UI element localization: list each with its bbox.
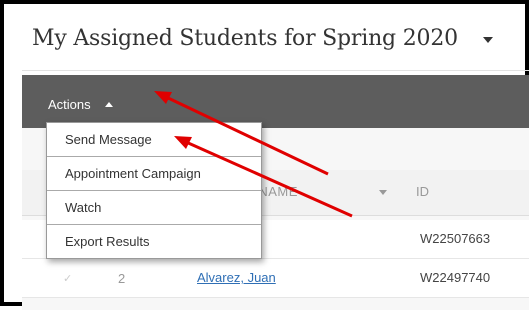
title-divider bbox=[22, 70, 529, 71]
menu-item-send-message[interactable]: Send Message bbox=[47, 123, 261, 157]
student-id: W22497740 bbox=[420, 270, 491, 285]
menu-item-watch[interactable]: Watch bbox=[47, 191, 261, 225]
actions-button[interactable]: Actions bbox=[48, 97, 91, 112]
menu-item-appointment-campaign[interactable]: Appointment Campaign bbox=[47, 157, 261, 191]
student-name-link[interactable]: Alvarez, Juan bbox=[197, 270, 276, 285]
actions-caret-up-icon[interactable] bbox=[105, 102, 113, 107]
row-number: 2 bbox=[118, 271, 126, 286]
screenshot-frame: My Assigned Students for Spring 2020 Act… bbox=[0, 0, 529, 310]
menu-item-export-results[interactable]: Export Results bbox=[47, 225, 261, 258]
column-header-id[interactable]: ID bbox=[416, 184, 429, 199]
sort-caret-down-icon[interactable] bbox=[379, 190, 387, 195]
student-id: W22507663 bbox=[420, 231, 491, 246]
title-dropdown-caret-icon[interactable] bbox=[483, 37, 493, 43]
actions-dropdown-menu: Send Message Appointment Campaign Watch … bbox=[46, 122, 262, 259]
page-title: My Assigned Students for Spring 2020 bbox=[32, 26, 458, 51]
row-checkbox[interactable]: ✓ bbox=[63, 272, 72, 285]
table-row: ✓ 2 Alvarez, Juan W22497740 bbox=[22, 259, 529, 298]
actions-toolbar: Actions bbox=[22, 75, 529, 128]
